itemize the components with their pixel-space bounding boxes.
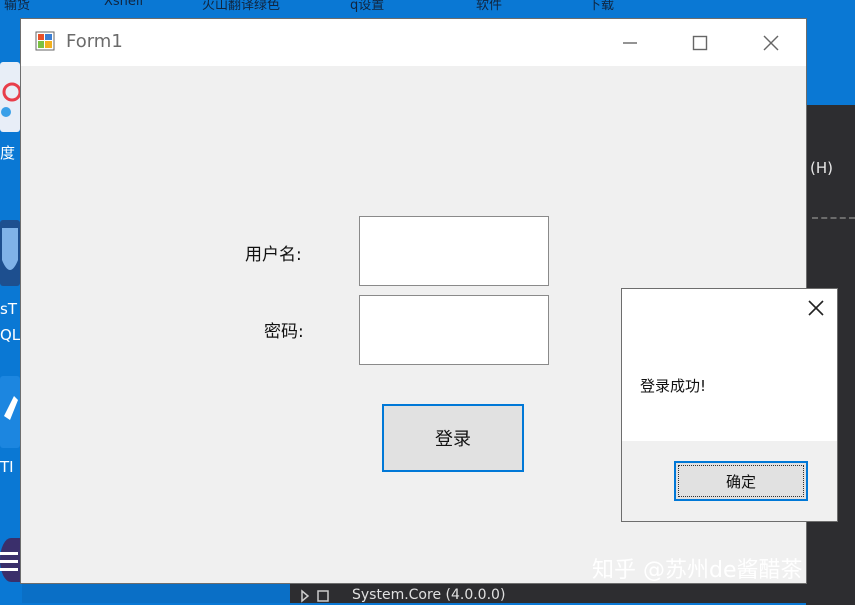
desktop-app-icon[interactable] — [0, 220, 20, 286]
password-input[interactable] — [359, 295, 549, 365]
form1-titlebar[interactable]: Form1 — [21, 19, 806, 66]
tree-item-label[interactable]: System.Core (4.0.0.0) — [352, 587, 505, 603]
desktop-app-icon[interactable] — [0, 538, 22, 582]
username-label: 用户名: — [245, 245, 302, 265]
minimize-button[interactable] — [595, 19, 665, 66]
arrow-icon — [4, 396, 18, 420]
desktop-top-strip: 输货 Xshell 火山翻译绿色 q设置 软件 下载 — [0, 0, 855, 18]
maximize-icon — [692, 35, 708, 50]
login-button[interactable]: 登录 — [382, 404, 524, 472]
winforms-app-icon — [35, 31, 55, 51]
desktop-item: 下载 — [588, 0, 615, 13]
app-logo-icon — [1, 82, 22, 117]
ide-divider — [812, 217, 855, 219]
desktop-item: 输货 — [4, 0, 31, 13]
close-button[interactable] — [736, 19, 806, 66]
desktop-icon-column: 度 sT QL TI — [0, 18, 22, 603]
window-title: Form1 — [66, 31, 123, 52]
close-icon — [808, 300, 824, 316]
ide-solution-tree: System.Core (4.0.0.0) — [290, 583, 810, 603]
desktop-item: q设置 — [350, 0, 385, 13]
desktop-icon-label: QL — [0, 326, 21, 344]
desktop-item: Xshell — [104, 0, 144, 9]
minimize-icon — [623, 41, 637, 44]
message-box-dialog: 登录成功! 确定 — [621, 288, 838, 522]
close-icon — [763, 35, 779, 50]
menu-lines-icon — [0, 552, 18, 571]
message-box-close-button[interactable] — [805, 297, 827, 319]
password-label: 密码: — [264, 322, 304, 342]
watermark-text: 知乎 @苏州de酱醋茶 — [592, 558, 803, 583]
desktop-item: 火山翻译绿色 — [202, 0, 281, 13]
desktop-app-icon[interactable] — [0, 376, 20, 448]
desktop-icon-label: TI — [0, 458, 14, 476]
shield-icon — [2, 228, 18, 270]
desktop-icon-label: sT — [0, 300, 17, 318]
desktop-item: 软件 — [476, 0, 503, 13]
message-text: 登录成功! — [640, 377, 707, 395]
maximize-button[interactable] — [665, 19, 735, 66]
tree-expand-icon[interactable] — [300, 589, 340, 603]
ok-button[interactable]: 确定 — [674, 461, 808, 501]
focus-rectangle — [678, 465, 804, 497]
desktop-app-icon[interactable] — [0, 62, 22, 132]
message-box-footer: 确定 — [622, 441, 837, 521]
username-input[interactable] — [359, 216, 549, 286]
desktop-icon-label: 度 — [0, 144, 16, 162]
desktop-bottom-strip — [22, 583, 290, 603]
ide-menu-fragment: (H) — [810, 159, 833, 177]
